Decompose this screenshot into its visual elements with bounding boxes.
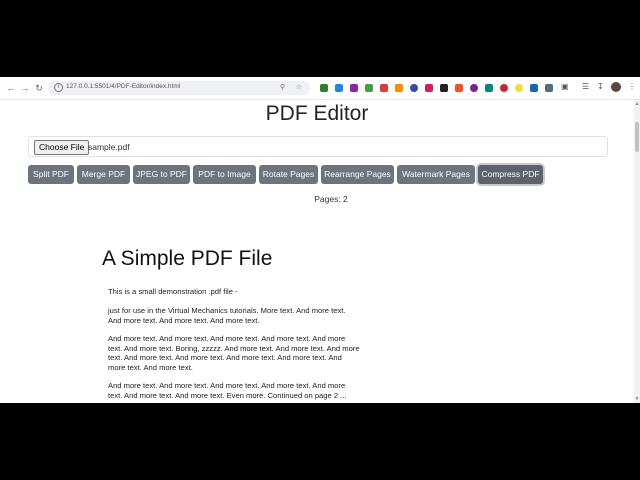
extension-icon[interactable] (485, 84, 493, 92)
download-icon[interactable]: ↧ (597, 82, 604, 91)
page-content: PDF Editor Choose File sample.pdf Split … (0, 100, 634, 403)
extension-icon[interactable] (350, 84, 358, 92)
extension-icon[interactable] (320, 84, 328, 92)
address-bar[interactable]: i 127.0.0.1:5501/4/PDF-Editor/index.html… (48, 81, 310, 95)
file-input[interactable]: Choose File sample.pdf (28, 136, 608, 157)
zoom-icon[interactable]: ⚲ (280, 83, 285, 91)
reload-icon[interactable]: ↻ (33, 82, 45, 94)
url-text[interactable]: 127.0.0.1:5501/4/PDF-Editor/index.html (66, 83, 180, 90)
pdf-paragraph: And more text. And more text. And more t… (108, 381, 347, 400)
extension-icon[interactable] (545, 84, 553, 92)
extension-icon[interactable] (395, 84, 403, 92)
extension-icon[interactable] (410, 84, 418, 92)
browser-toolbar: ← → ↻ i 127.0.0.1:5501/4/PDF-Editor/inde… (0, 77, 640, 100)
extension-icon[interactable] (470, 84, 478, 92)
extension-icon[interactable] (515, 84, 523, 92)
back-arrow-icon[interactable]: ← (5, 82, 17, 94)
split-pdf-button[interactable]: Split PDF (28, 165, 74, 184)
scroll-thumb[interactable] (635, 122, 639, 152)
browser-window: ← → ↻ i 127.0.0.1:5501/4/PDF-Editor/inde… (0, 77, 640, 403)
extension-icon[interactable] (425, 84, 433, 92)
pdf-paragraph: This is a small demonstration .pdf file … (108, 287, 238, 296)
extension-icon[interactable] (365, 84, 373, 92)
extension-icon[interactable] (530, 84, 538, 92)
extensions-puzzle-icon[interactable]: ▣ (561, 82, 569, 91)
merge-pdf-button[interactable]: Merge PDF (77, 165, 130, 184)
compress-pdf-button[interactable]: Compress PDF (478, 165, 543, 184)
scroll-up-arrow-icon[interactable]: ▲ (634, 101, 640, 107)
extension-icon[interactable] (380, 84, 388, 92)
pdf-to-image-button[interactable]: PDF to Image (193, 165, 256, 184)
site-info-icon[interactable]: i (54, 83, 63, 92)
extension-icon[interactable] (335, 84, 343, 92)
kebab-menu-icon[interactable]: ⋮ (628, 82, 636, 91)
extension-icon[interactable] (440, 84, 448, 92)
watermark-pages-button[interactable]: Watermark Pages (397, 165, 475, 184)
jpeg-to-pdf-button[interactable]: JPEG to PDF (133, 165, 190, 184)
selected-file-name: sample.pdf (88, 142, 130, 152)
choose-file-button[interactable]: Choose File (34, 140, 90, 155)
extension-icon[interactable] (500, 84, 508, 92)
page-title: PDF Editor (265, 102, 369, 125)
pdf-paragraph: just for use in the Virtual Mechanics tu… (108, 306, 346, 325)
scroll-down-arrow-icon[interactable]: ▼ (634, 396, 640, 402)
avatar[interactable] (611, 82, 621, 92)
rotate-pages-button[interactable]: Rotate Pages (259, 165, 318, 184)
vertical-scrollbar[interactable]: ▲ ▼ (634, 100, 640, 403)
rearrange-pages-button[interactable]: Rearrange Pages (321, 165, 394, 184)
menu-icon[interactable]: ☰ (582, 82, 589, 91)
forward-arrow-icon[interactable]: → (19, 82, 31, 94)
pdf-preview: A Simple PDF File This is a small demons… (0, 210, 634, 403)
page-count: Pages: 2 (314, 194, 348, 204)
pdf-paragraph: And more text. And more text. And more t… (108, 334, 360, 373)
bookmark-star-icon[interactable]: ☆ (296, 83, 302, 91)
extension-icon[interactable] (455, 84, 463, 92)
pdf-title: A Simple PDF File (102, 247, 273, 270)
